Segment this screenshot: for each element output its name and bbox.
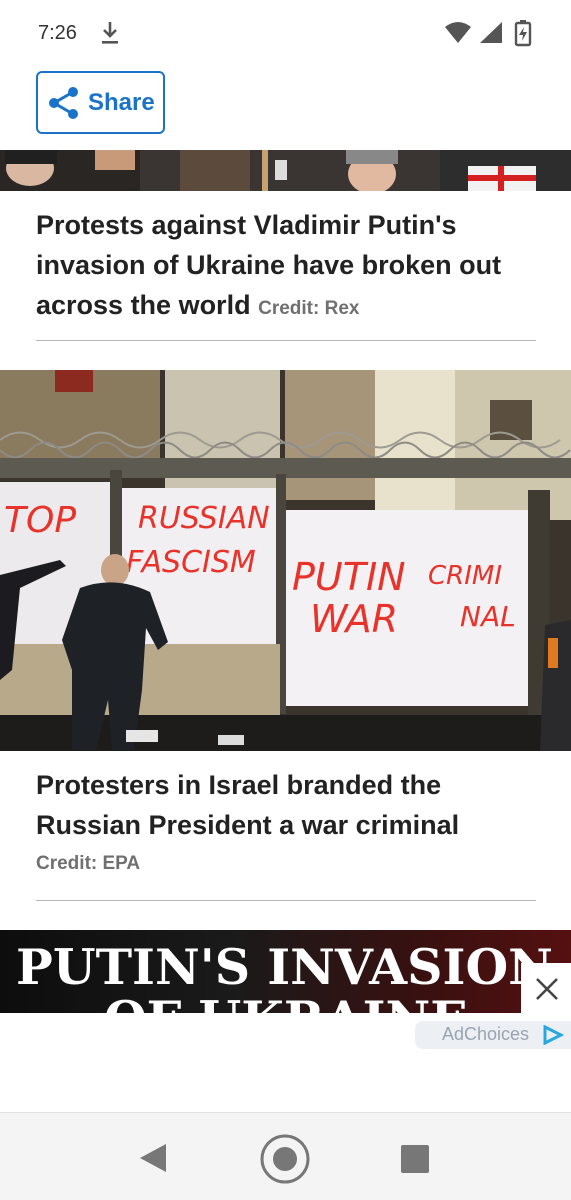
close-icon (536, 978, 558, 1000)
graffiti-fascism: FASCISM (126, 545, 256, 580)
back-icon[interactable] (138, 1141, 168, 1175)
graffiti-war: WAR (310, 597, 398, 641)
cell-signal-icon (480, 22, 502, 43)
graffiti-crimi: CRIMI (428, 561, 502, 591)
download-icon (102, 22, 118, 44)
battery-charging-icon (514, 20, 532, 47)
graffiti-nal: NAL (460, 600, 516, 633)
photo-caption-1: Protests against Vladimir Putin's invasi… (36, 205, 536, 329)
adchoices-link[interactable]: AdChoices (415, 1021, 571, 1049)
caption-text-2: Protesters in Israel branded the Russian… (36, 770, 460, 840)
protest-photo-top (0, 150, 571, 191)
share-button[interactable]: Share (36, 71, 165, 134)
share-icon (49, 87, 78, 119)
protest-photo-illustration: TOP RUSSIAN FASCISM PUTIN WAR CRIMI NAL (0, 370, 571, 751)
protest-photo-israel: TOP RUSSIAN FASCISM PUTIN WAR CRIMI NAL (0, 370, 571, 751)
photo-credit-2: Credit: EPA (36, 853, 141, 874)
ad-banner-subline: OF UKRAINE (104, 990, 468, 1013)
wifi-icon (445, 22, 471, 43)
recents-icon[interactable] (400, 1144, 430, 1174)
divider-1 (36, 340, 536, 341)
home-icon[interactable] (259, 1133, 311, 1185)
ad-banner[interactable]: PUTIN'S INVASION OF UKRAINE (0, 930, 571, 1013)
share-label: Share (88, 89, 155, 116)
graffiti-putin: PUTIN (292, 555, 406, 599)
graffiti-top: TOP (4, 500, 76, 541)
graffiti-russian: RUSSIAN (138, 501, 270, 536)
adchoices-icon (543, 1025, 564, 1045)
status-time: 7:26 (38, 22, 77, 44)
protest-photo-top-illustration (0, 150, 571, 191)
adchoices-label: AdChoices (442, 1024, 530, 1044)
photo-credit-1: Credit: Rex (258, 298, 360, 319)
photo-caption-2: Protesters in Israel branded the Russian… (36, 765, 536, 845)
divider-2 (36, 900, 536, 901)
ad-banner-headline: PUTIN'S INVASION (16, 938, 553, 996)
ad-close-button[interactable] (521, 963, 571, 1013)
system-nav-bar (0, 1112, 571, 1200)
status-bar: 7:26 (0, 0, 571, 66)
